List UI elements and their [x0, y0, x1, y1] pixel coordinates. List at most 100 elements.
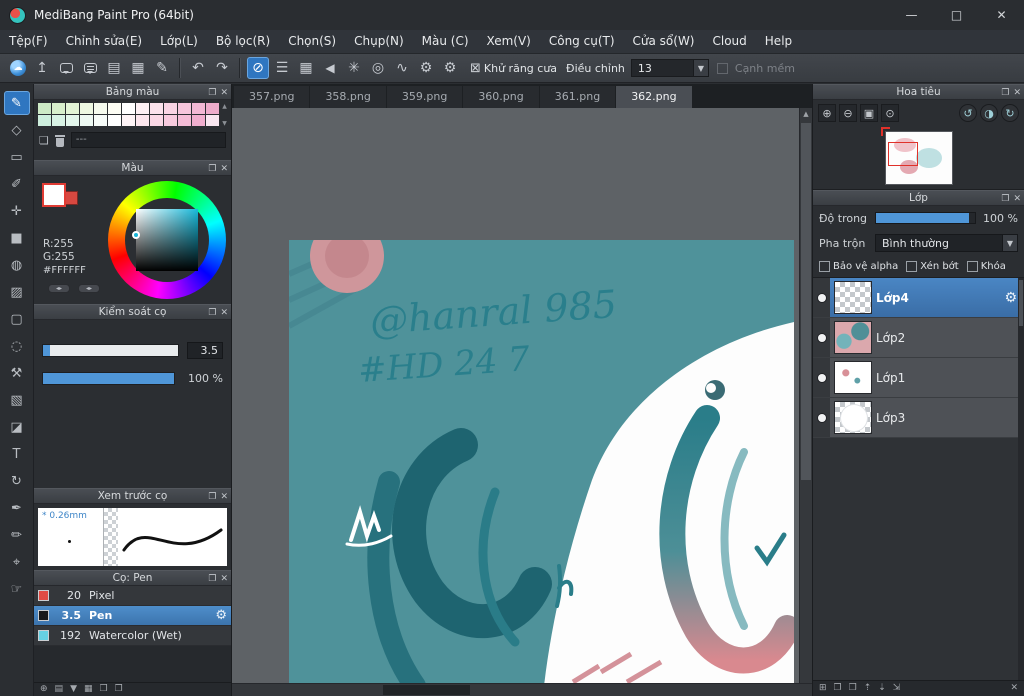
trash-icon[interactable] — [54, 134, 66, 147]
brush-settings-gear-icon[interactable]: ⚙ — [215, 608, 227, 623]
navigator-panel-header[interactable]: Hoa tiêu ❐ ✕ — [813, 84, 1024, 100]
saturation-value-picker[interactable] — [132, 209, 198, 271]
fit-window-icon[interactable]: ▣ — [860, 104, 878, 122]
layer-row-selected[interactable]: Lớp4 ⚙ — [813, 278, 1024, 318]
blend-mode-dropdown[interactable]: Bình thường ▼ — [875, 234, 1018, 252]
alpha-protect-checkbox[interactable] — [819, 261, 830, 272]
new-swatch-icon[interactable]: ❏ — [39, 134, 49, 147]
palette-swatch[interactable] — [66, 103, 79, 114]
horizontal-scroll-thumb[interactable] — [382, 685, 470, 695]
palette-swatch[interactable] — [38, 115, 51, 126]
chevron-down-icon[interactable]: ▼ — [692, 60, 708, 76]
menu-item-view[interactable]: Xem(V) — [478, 30, 540, 53]
merge-layer-icon[interactable]: ⇲ — [893, 682, 901, 695]
palette-swatch[interactable] — [94, 115, 107, 126]
clipping-checkbox[interactable] — [906, 261, 918, 272]
lock-checkbox[interactable] — [966, 261, 978, 272]
menu-item-edit[interactable]: Chỉnh sửa(E) — [57, 30, 152, 53]
antialias-checkbox-icon[interactable]: ⊠ — [470, 61, 481, 76]
panel-popout-icon[interactable]: ❐ — [208, 574, 216, 584]
brush-list-item[interactable]: 192 Watercolor (Wet) — [34, 626, 231, 646]
palette-swatch[interactable] — [52, 115, 65, 126]
canvas-tab[interactable]: 359.png — [386, 86, 463, 108]
canvas-tab[interactable]: 357.png — [234, 86, 310, 108]
menu-item-help[interactable]: Help — [756, 30, 801, 53]
foreground-color-swatch[interactable] — [42, 183, 66, 207]
palette-swatch[interactable] — [80, 103, 93, 114]
layer-visibility-toggle[interactable] — [813, 398, 830, 437]
pen-tool[interactable]: ✒ — [4, 496, 30, 520]
panel-close-icon[interactable]: ✕ — [220, 574, 228, 584]
palette-swatch[interactable] — [192, 103, 205, 114]
layer-folder-icon[interactable]: ❒ — [849, 682, 857, 695]
panel-close-icon[interactable]: ✕ — [1013, 88, 1021, 98]
move-layer-down-icon[interactable]: ⇣ — [878, 682, 886, 695]
background-color-swatch[interactable] — [64, 191, 78, 205]
navigator-thumbnail[interactable] — [880, 126, 952, 184]
layer-row[interactable]: Lớp3 — [813, 398, 1024, 438]
canvas-tab-active[interactable]: 362.png — [616, 86, 692, 108]
pencil-tool[interactable]: ✏ — [4, 523, 30, 547]
scroll-up-icon[interactable]: ▲ — [800, 108, 812, 121]
panel-close-icon[interactable]: ✕ — [220, 88, 228, 98]
palette-swatch[interactable] — [192, 115, 205, 126]
palette-swatch[interactable] — [122, 115, 135, 126]
rotate-left-icon[interactable]: ↺ — [959, 104, 977, 122]
brush-preview-panel-header[interactable]: Xem trước cọ ❐ ✕ — [34, 488, 231, 504]
select-pen-tool[interactable]: ▧ — [4, 388, 30, 412]
canvas-viewport[interactable]: @hanral 985 #HD 24 7 ▲ — [232, 108, 812, 683]
zoom-out-icon[interactable]: ⊖ — [839, 104, 857, 122]
menu-item-cloud[interactable]: Cloud — [704, 30, 756, 53]
document-grid-icon[interactable]: ▦ — [127, 57, 149, 79]
menu-item-color[interactable]: Màu (C) — [413, 30, 478, 53]
brush-list-item[interactable]: 20 Pixel — [34, 586, 231, 606]
concentric-icon[interactable]: ◎ — [367, 57, 389, 79]
move-layer-up-icon[interactable]: ⇡ — [864, 682, 872, 695]
screentone-icon[interactable]: ▦ — [295, 57, 317, 79]
gradient-tool[interactable]: ▨ — [4, 280, 30, 304]
rotate-tool[interactable]: ↻ — [4, 469, 30, 493]
canvas-tab[interactable]: 361.png — [539, 86, 616, 108]
palette-swatch[interactable] — [122, 103, 135, 114]
palette-name-field[interactable]: --- — [70, 132, 226, 148]
add-brush-icon[interactable]: ⊕ — [40, 683, 48, 696]
palette-swatch[interactable] — [178, 115, 191, 126]
palette-swatch[interactable] — [206, 115, 219, 126]
menu-item-layer[interactable]: Lớp(L) — [151, 30, 207, 53]
canvas-tab[interactable]: 358.png — [310, 86, 386, 108]
hue-wheel[interactable] — [108, 181, 226, 299]
panel-popout-icon[interactable]: ❐ — [208, 308, 216, 318]
brush-folder-icon[interactable]: ❒ — [100, 683, 108, 696]
eraser-tool[interactable]: ◇ — [4, 118, 30, 142]
layer-panel-header[interactable]: Lớp ❐ ✕ — [813, 190, 1024, 206]
menu-item-file[interactable]: Tệp(F) — [0, 30, 57, 53]
navigator-view-rectangle[interactable] — [887, 141, 918, 166]
medibang-cloud-icon[interactable]: ☁ — [7, 57, 29, 79]
brush-grid-icon[interactable]: ▦ — [84, 683, 93, 696]
color-slider-left-arrows[interactable]: ◂▸ — [48, 284, 70, 293]
layer-list-scrollbar[interactable] — [1018, 278, 1024, 680]
maximize-button[interactable]: □ — [934, 0, 979, 30]
chevron-down-icon[interactable]: ▼ — [1002, 235, 1017, 251]
zoom-reset-icon[interactable]: ⊙ — [881, 104, 899, 122]
palette-swatch[interactable] — [150, 115, 163, 126]
brush-tool[interactable]: ✎ — [3, 91, 30, 115]
color-slider-right-arrows[interactable]: ◂▸ — [78, 284, 100, 293]
palette-swatch[interactable] — [178, 103, 191, 114]
palette-swatch[interactable] — [206, 103, 219, 114]
settings-gear-icon[interactable]: ⚙ — [439, 57, 461, 79]
add-layer-icon[interactable]: ⊞ — [819, 682, 827, 695]
palette-scrollbar[interactable]: ▲ ▼ — [221, 103, 228, 127]
palette-swatch[interactable] — [136, 103, 149, 114]
layer-visibility-toggle[interactable] — [813, 318, 830, 357]
brush-control-panel-header[interactable]: Kiểm soát cọ ❐ ✕ — [34, 304, 231, 320]
snap-settings-gear-icon[interactable]: ⚙ — [415, 57, 437, 79]
brush-menu-icon[interactable]: ▼ — [70, 683, 77, 696]
palette-swatch[interactable] — [108, 103, 121, 114]
layer-visibility-toggle[interactable] — [813, 278, 830, 317]
menu-item-window[interactable]: Cửa sổ(W) — [624, 30, 704, 53]
close-button[interactable]: ✕ — [979, 0, 1024, 30]
menu-item-select[interactable]: Chọn(S) — [279, 30, 345, 53]
redo-icon[interactable]: ↷ — [211, 57, 233, 79]
palette-swatch[interactable] — [66, 115, 79, 126]
